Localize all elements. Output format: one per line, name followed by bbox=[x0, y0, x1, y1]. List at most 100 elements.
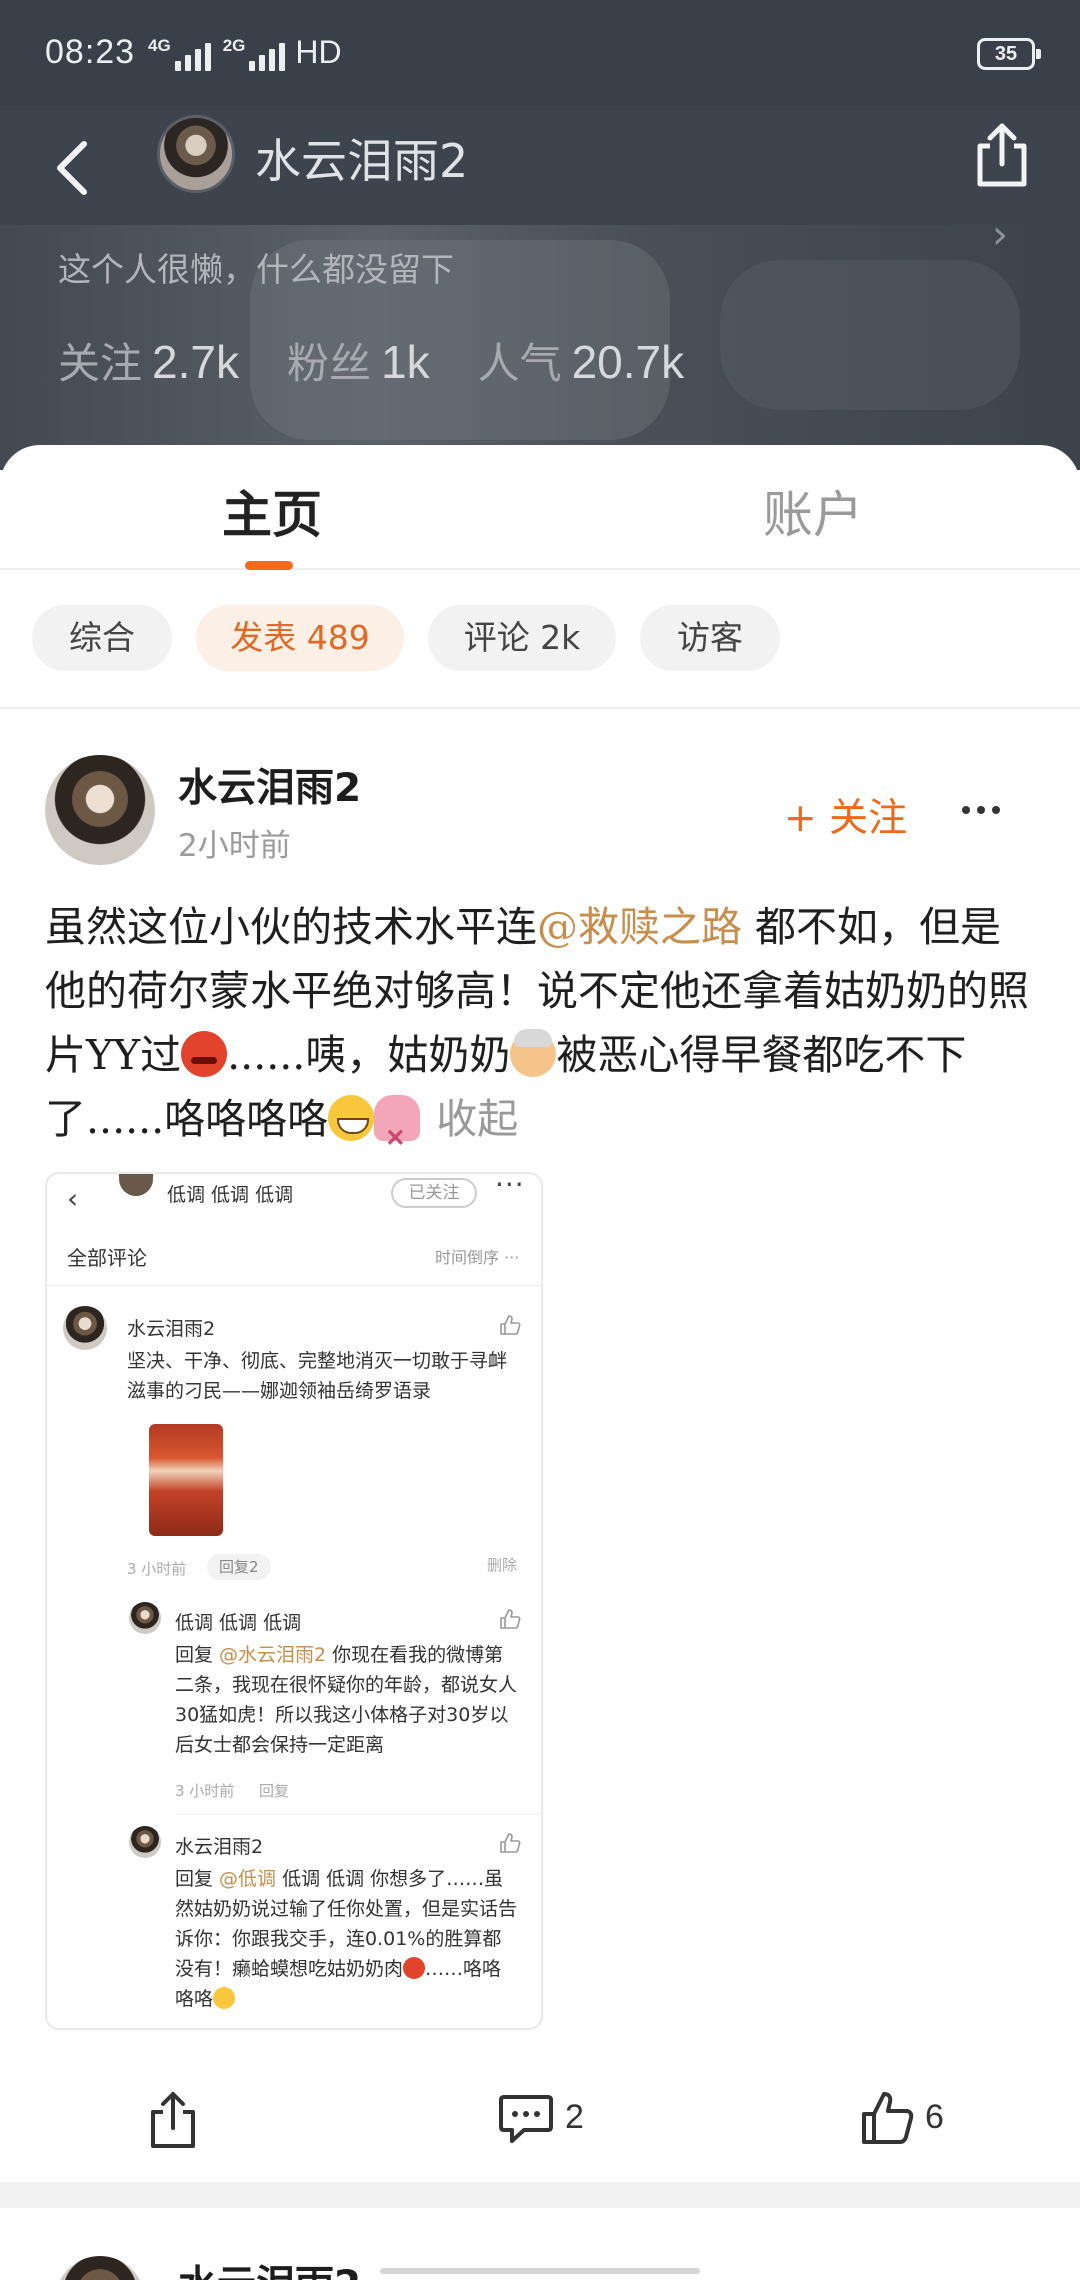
filter-all[interactable]: 综合 bbox=[32, 605, 172, 671]
thumbs-up-icon bbox=[500, 1833, 521, 1853]
post-action-bar: 2 6 bbox=[0, 2065, 1080, 2180]
user-mention-link[interactable]: @救赎之路 bbox=[537, 903, 742, 951]
profile-page: 08:23 4G 2G HD 35 水云泪雨2 这个人很懒，什么都没留下 › 关… bbox=[0, 0, 1080, 2280]
no-gesture-woman-emoji-icon bbox=[374, 1095, 421, 1170]
back-arrow-icon: ‹ bbox=[67, 1182, 79, 1215]
signal-bar bbox=[269, 49, 276, 71]
user-mention-link: @低调 bbox=[219, 1868, 277, 1890]
follow-button[interactable]: + 关注 bbox=[784, 787, 907, 843]
comment-author: 水云泪雨2 bbox=[127, 1318, 216, 1340]
signal-bar bbox=[194, 49, 201, 71]
signal-bar bbox=[204, 43, 211, 71]
comment-time: 3 小时前 bbox=[175, 1782, 235, 1800]
top-nav-bar: 水云泪雨2 bbox=[0, 110, 1080, 225]
stat-label: 人气 bbox=[477, 339, 562, 388]
signal-indicators: 4G 2G HD bbox=[148, 33, 342, 71]
header-bg-blur bbox=[720, 260, 1020, 410]
tab-home[interactable]: 主页 bbox=[222, 475, 322, 547]
angry-face-emoji-icon bbox=[181, 1031, 228, 1077]
share-icon[interactable] bbox=[972, 120, 1032, 190]
thumbs-up-icon bbox=[500, 1609, 521, 1629]
stat-label: 粉丝 bbox=[286, 339, 371, 388]
signal-bar bbox=[259, 55, 266, 71]
comment-avatar bbox=[129, 1826, 161, 1858]
more-options-icon[interactable] bbox=[962, 790, 1008, 830]
post-author-name[interactable]: 水云泪雨2 bbox=[178, 2254, 361, 2280]
network-type-2: 2G bbox=[222, 36, 246, 55]
filter-visitors[interactable]: 访客 bbox=[640, 605, 780, 671]
thumbs-up-icon[interactable] bbox=[860, 2090, 914, 2146]
signal-bar bbox=[184, 55, 191, 71]
sort-label: 时间倒序 ··· bbox=[435, 1248, 520, 1267]
reply-prefix: 回复 bbox=[175, 1868, 220, 1890]
tab-account[interactable]: 账户 bbox=[763, 475, 863, 547]
tab-indicator bbox=[245, 561, 293, 570]
status-time: 08:23 bbox=[45, 33, 136, 71]
comment-icon[interactable] bbox=[498, 2093, 554, 2145]
battery-icon: 35 bbox=[977, 38, 1041, 70]
nav-avatar[interactable] bbox=[157, 115, 235, 193]
post-text-segment: ......咦，姑奶奶 bbox=[227, 1031, 511, 1079]
reply-count-chip: 回复2 bbox=[207, 1554, 271, 1580]
post-timestamp: 2小时前 bbox=[178, 828, 291, 864]
followed-badge: 已关注 bbox=[391, 1178, 477, 1208]
post-image-screenshot[interactable]: ‹ 低调 低调 低调 已关注 ··· 全部评论 时间倒序 ··· 水云泪雨2 坚… bbox=[45, 1172, 543, 2030]
gesture-nav-bar bbox=[380, 2268, 700, 2274]
stat-following[interactable]: 关注 2.7k bbox=[58, 330, 239, 391]
more-options-icon: ··· bbox=[495, 1172, 525, 1201]
comment-count: 2 bbox=[565, 2098, 584, 2136]
user-mention-link: @水云泪雨2 bbox=[219, 1644, 327, 1666]
comment-photo bbox=[149, 1424, 223, 1536]
comment-body: 回复 @水云泪雨2 你现在看我的微博第二条，我现在很怀疑你的年龄，都说女人30猛… bbox=[175, 1640, 520, 1760]
profile-bio: 这个人很懒，什么都没留下 bbox=[58, 250, 454, 289]
post-text: 虽然这位小伙的技术水平连@救赎之路 都不如，但是他的荷尔蒙水平绝对够高！说不定他… bbox=[45, 895, 1035, 1170]
stat-value: 2.7k bbox=[152, 336, 239, 388]
comment-body: 坚决、干净、彻底、完整地消灭一切敢于寻衅滋事的刁民——娜迦领袖岳绮罗语录 bbox=[127, 1350, 508, 1402]
tab-bar: 主页 账户 bbox=[0, 445, 1080, 570]
post-separator bbox=[0, 2182, 1080, 2208]
divider bbox=[0, 707, 1080, 709]
comment-time: 3 小时前 bbox=[127, 1560, 187, 1578]
reply-prefix: 回复 bbox=[175, 1644, 220, 1666]
signal-bar bbox=[174, 61, 181, 71]
comment-avatar bbox=[63, 1306, 107, 1350]
thumbs-up-icon bbox=[500, 1315, 521, 1335]
chevron-right-icon[interactable]: › bbox=[992, 212, 1008, 258]
profile-stats: 关注 2.7k 粉丝 1k 人气 20.7k bbox=[58, 330, 684, 391]
screenshot-username: 低调 低调 低调 bbox=[167, 1184, 294, 1206]
post-author-avatar[interactable] bbox=[55, 2256, 145, 2280]
screenshot-topbar: ‹ 低调 低调 低调 已关注 ··· bbox=[47, 1172, 541, 1224]
grinning-face-emoji-icon bbox=[328, 1095, 375, 1141]
next-post-preview[interactable]: 水云泪雨2 bbox=[0, 2208, 1080, 2280]
profile-header: 08:23 4G 2G HD 35 水云泪雨2 这个人很懒，什么都没留下 › 关… bbox=[0, 0, 1080, 470]
filter-comments[interactable]: 评论 2k bbox=[428, 605, 616, 671]
signal-bar bbox=[249, 61, 256, 71]
old-woman-emoji-icon bbox=[510, 1029, 557, 1077]
collapse-link[interactable]: 收起 bbox=[436, 1095, 518, 1143]
comment-author: 低调 低调 低调 bbox=[175, 1612, 302, 1634]
stat-value: 20.7k bbox=[571, 336, 685, 388]
stat-value: 1k bbox=[380, 336, 430, 388]
nav-username: 水云泪雨2 bbox=[255, 134, 469, 188]
post-author-name[interactable]: 水云泪雨2 bbox=[178, 757, 361, 813]
status-bar: 08:23 4G 2G HD 35 bbox=[0, 0, 1080, 110]
back-arrow-icon[interactable] bbox=[42, 132, 112, 202]
comment-body: 回复 @低调 低调 低调 你想多了……虽然姑奶奶说过输了任你处置，但是实话告诉你… bbox=[175, 1864, 520, 2014]
delete-link: 删除 bbox=[487, 1556, 518, 1574]
post-author-avatar[interactable] bbox=[45, 755, 155, 865]
reply-link: 回复 bbox=[259, 1782, 290, 1800]
divider bbox=[175, 1814, 541, 1815]
post-text-segment: 虽然这位小伙的技术水平连 bbox=[45, 903, 537, 951]
screenshot-comments-header: 全部评论 时间倒序 ··· bbox=[47, 1236, 541, 1286]
stat-followers[interactable]: 粉丝 1k bbox=[287, 330, 430, 391]
stat-popularity[interactable]: 人气 20.7k bbox=[478, 330, 685, 391]
grinning-face-emoji-icon bbox=[213, 1987, 236, 2009]
filter-chips: 综合 发表 489 评论 2k 访客 bbox=[0, 605, 1080, 705]
hd-indicator: HD bbox=[295, 34, 342, 70]
network-type-1: 4G bbox=[148, 36, 171, 55]
share-icon[interactable] bbox=[148, 2090, 198, 2150]
all-comments-label: 全部评论 bbox=[67, 1246, 147, 1270]
filter-posts[interactable]: 发表 489 bbox=[196, 605, 404, 671]
like-count: 6 bbox=[925, 2098, 944, 2136]
comment-author: 水云泪雨2 bbox=[175, 1836, 264, 1858]
